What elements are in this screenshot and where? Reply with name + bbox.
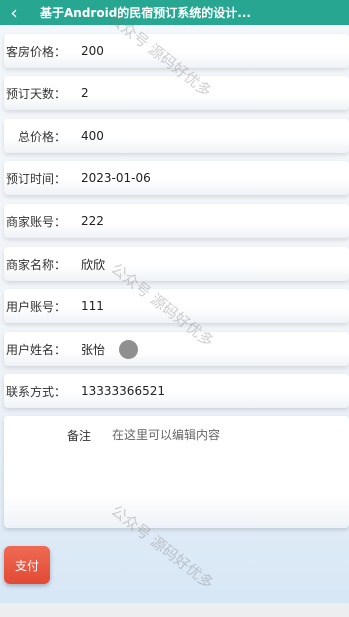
- page-title: 基于Android的民宿预订系统的设计...: [40, 6, 251, 20]
- app-bar: ‹ 基于Android的民宿预订系统的设计...: [0, 0, 349, 25]
- field-merchant-account: 商家账号： 222: [4, 204, 349, 238]
- field-label: 预订时间：: [5, 171, 66, 186]
- field-label: 总价格：: [17, 129, 66, 144]
- field-value: 13333366521: [81, 384, 165, 398]
- notes-panel: 备注: [4, 416, 349, 528]
- field-value: 400: [81, 129, 104, 143]
- field-user-name: 用户姓名： 张怡: [4, 332, 349, 366]
- field-contact: 联系方式： 13333366521: [4, 374, 349, 408]
- chevron-left-icon: ‹: [10, 1, 18, 24]
- field-label: 商家账号：: [5, 214, 66, 229]
- field-room-price: 客房价格： 200: [4, 34, 349, 68]
- field-label: 用户账号：: [5, 299, 66, 314]
- field-value: 222: [81, 214, 104, 228]
- bottom-bar: [0, 603, 349, 617]
- notes-input[interactable]: [110, 424, 344, 524]
- field-value: 欣欣: [81, 257, 106, 272]
- notes-label: 备注: [67, 429, 92, 443]
- field-value: 2: [81, 86, 89, 100]
- field-user-account: 用户账号： 111: [4, 289, 349, 323]
- field-value: 200: [81, 44, 104, 58]
- field-label: 联系方式：: [5, 384, 66, 399]
- field-label: 用户姓名：: [5, 342, 66, 357]
- field-value: 张怡: [81, 342, 106, 357]
- pay-button[interactable]: 支付: [4, 546, 50, 584]
- field-merchant-name: 商家名称： 欣欣: [4, 247, 349, 281]
- field-booking-time: 预订时间： 2023-01-06: [4, 161, 349, 195]
- avatar[interactable]: [119, 339, 139, 359]
- field-label: 预订天数：: [5, 86, 66, 101]
- field-value: 111: [81, 299, 104, 313]
- field-booking-days: 预订天数： 2: [4, 76, 349, 110]
- field-total-price: 总价格： 400: [4, 119, 349, 153]
- back-button[interactable]: ‹: [0, 0, 28, 25]
- field-value: 2023-01-06: [81, 171, 151, 185]
- field-label: 客房价格：: [5, 44, 66, 59]
- field-label: 商家名称：: [5, 257, 66, 272]
